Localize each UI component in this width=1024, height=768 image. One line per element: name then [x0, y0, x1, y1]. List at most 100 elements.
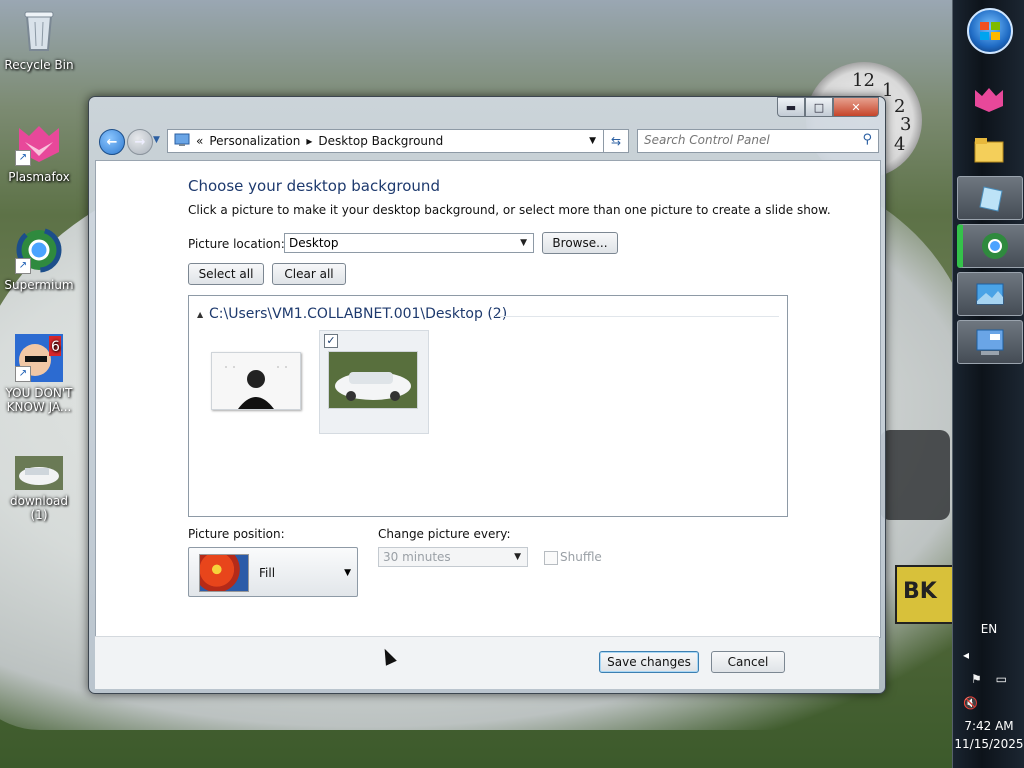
shortcut-arrow-icon: ↗: [15, 150, 31, 166]
desktop-icon-supermium[interactable]: ↗ Supermium: [1, 226, 77, 292]
photo-viewer-icon: [976, 283, 1004, 305]
minimize-button[interactable]: ▬: [777, 97, 805, 117]
desktop-icon-plasmafox[interactable]: ↗ Plasmafox: [1, 118, 77, 184]
change-picture-label: Change picture every:: [378, 527, 511, 541]
shuffle-label: Shuffle: [560, 550, 602, 564]
wallpaper-thumbnail-car-selected[interactable]: ✓: [319, 330, 429, 434]
select-all-button[interactable]: Select all: [188, 263, 264, 285]
folder-group-title[interactable]: C:\Users\VM1.COLLABNET.001\Desktop (2): [209, 306, 507, 322]
picture-location-label: Picture location:: [188, 237, 285, 251]
taskbar-explorer[interactable]: [957, 128, 1021, 170]
volume-muted-icon[interactable]: 🔇: [953, 696, 1024, 710]
windows-logo-icon: [980, 22, 1000, 40]
address-dropdown-icon[interactable]: ▼: [589, 136, 596, 146]
dialog-footer: Save changes Cancel: [95, 636, 879, 689]
supermium-icon: ↗: [15, 226, 63, 274]
refresh-button[interactable]: ⇆: [603, 129, 629, 153]
desktop-icon-game[interactable]: 6 ↗ YOU DON'T KNOW JA...: [1, 334, 77, 414]
language-indicator[interactable]: EN: [953, 622, 1024, 636]
main-content: Choose your desktop background Click a p…: [95, 160, 881, 638]
svg-text:6: 6: [51, 339, 60, 355]
clock-time[interactable]: 7:42 AM: [953, 719, 1024, 733]
folder-icon: [974, 138, 1004, 163]
change-picture-select[interactable]: 30 minutes ▼: [378, 547, 528, 567]
plasmafox-icon: ↗: [15, 118, 63, 166]
maximize-button[interactable]: □: [805, 97, 833, 117]
change-picture-value: 30 minutes: [383, 550, 451, 564]
search-icon[interactable]: ⚲: [862, 132, 872, 147]
address-root-arrow[interactable]: «: [196, 134, 203, 148]
thumbnail-checkbox[interactable]: ✓: [324, 334, 338, 348]
recycle-bin-icon: [15, 6, 63, 54]
supermium-icon: [982, 233, 1008, 259]
wallpaper-license-plate: BK: [895, 565, 959, 624]
network-icon[interactable]: ▭: [996, 672, 1007, 686]
control-panel-icon: [976, 329, 1004, 355]
breadcrumb-desktop-background[interactable]: Desktop Background: [318, 134, 443, 148]
search-input[interactable]: [638, 130, 850, 150]
shortcut-arrow-icon: ↗: [15, 366, 31, 382]
picture-position-value: Fill: [259, 566, 276, 580]
desktop-icon-label: Supermium: [4, 278, 74, 292]
notepad-icon: [979, 186, 1003, 212]
control-panel-icon: [174, 133, 190, 150]
shuffle-checkbox[interactable]: [544, 551, 558, 565]
clock-number: 12: [852, 70, 875, 91]
desktop-icon-recycle-bin[interactable]: Recycle Bin: [1, 6, 77, 72]
address-bar[interactable]: « Personalization ▸ Desktop Background ▼: [167, 129, 629, 153]
clock-date[interactable]: 11/15/2025: [953, 737, 1024, 751]
page-subtitle: Click a picture to make it your desktop …: [188, 203, 831, 217]
taskbar-supermium[interactable]: [957, 224, 1024, 268]
picture-location-select[interactable]: Desktop ▼: [284, 233, 534, 253]
page-title: Choose your desktop background: [188, 177, 440, 195]
browse-button[interactable]: Browse...: [542, 232, 618, 254]
cancel-button[interactable]: Cancel: [711, 651, 785, 673]
car-image-icon: [15, 456, 63, 490]
taskbar: EN ◂ ⚑ ▭ 🔇 7:42 AM 11/15/2025: [952, 0, 1024, 768]
save-changes-button[interactable]: Save changes: [599, 651, 699, 673]
chevron-down-icon: ▼: [514, 552, 521, 562]
navigation-bar: ← → ▼ « Personalization ▸ Desktop Backgr…: [95, 127, 879, 155]
recent-pages-dropdown-icon[interactable]: ▼: [153, 135, 160, 145]
desktop-icon-label: download (1): [9, 494, 69, 522]
forward-button[interactable]: →: [127, 129, 153, 155]
desktop-icon-label: Recycle Bin: [4, 58, 74, 72]
search-box[interactable]: ⚲: [637, 129, 879, 153]
taskbar-photo-viewer[interactable]: [957, 272, 1023, 316]
chevron-down-icon: ▼: [344, 568, 351, 578]
taskbar-plasmafox[interactable]: [957, 78, 1021, 120]
breadcrumb-separator-icon[interactable]: ▸: [306, 134, 312, 148]
picture-position-label: Picture position:: [188, 527, 285, 541]
picture-gallery: ▲ C:\Users\VM1.COLLABNET.001\Desktop (2)…: [188, 295, 788, 517]
desktop-icon-label: Plasmafox: [8, 170, 70, 184]
clock-number: 3: [900, 114, 912, 135]
wallpaper-thumbnail-car: [328, 351, 418, 409]
wallpaper-thumbnail-person[interactable]: [211, 352, 301, 410]
start-button[interactable]: [967, 8, 1013, 54]
chevron-down-icon: ▼: [520, 238, 527, 248]
wallpaper-grille: [880, 430, 950, 520]
clear-all-button[interactable]: Clear all: [272, 263, 346, 285]
picture-location-value: Desktop: [289, 236, 339, 250]
breadcrumb-personalization[interactable]: Personalization: [209, 134, 300, 148]
desktop-background-window[interactable]: ▬ □ ✕ ← → ▼ « Personalization ▸ Desktop …: [88, 96, 886, 694]
plasmafox-icon: [975, 88, 1003, 112]
desktop-icon-download[interactable]: download (1): [1, 456, 77, 522]
picture-position-select[interactable]: Fill ▼: [188, 547, 358, 597]
taskbar-control-panel[interactable]: [957, 320, 1023, 364]
desktop-icon-label: YOU DON'T KNOW JA...: [5, 386, 73, 414]
show-hidden-icons-button[interactable]: ◂: [953, 648, 1024, 662]
game-icon: 6 ↗: [15, 334, 63, 382]
plate-text: BK: [903, 579, 937, 604]
action-center-flag-icon[interactable]: ⚑: [971, 672, 982, 686]
taskbar-notepad[interactable]: [957, 176, 1023, 220]
forward-arrow-icon: →: [134, 134, 146, 150]
collapse-triangle-icon[interactable]: ▲: [197, 310, 203, 319]
back-button[interactable]: ←: [99, 129, 125, 155]
tray-icons: ⚑ ▭: [953, 672, 1024, 686]
clock-number: 4: [894, 134, 906, 155]
shortcut-arrow-icon: ↗: [15, 258, 31, 274]
back-arrow-icon: ←: [106, 134, 118, 150]
group-divider: [495, 316, 779, 317]
close-button[interactable]: ✕: [833, 97, 879, 117]
